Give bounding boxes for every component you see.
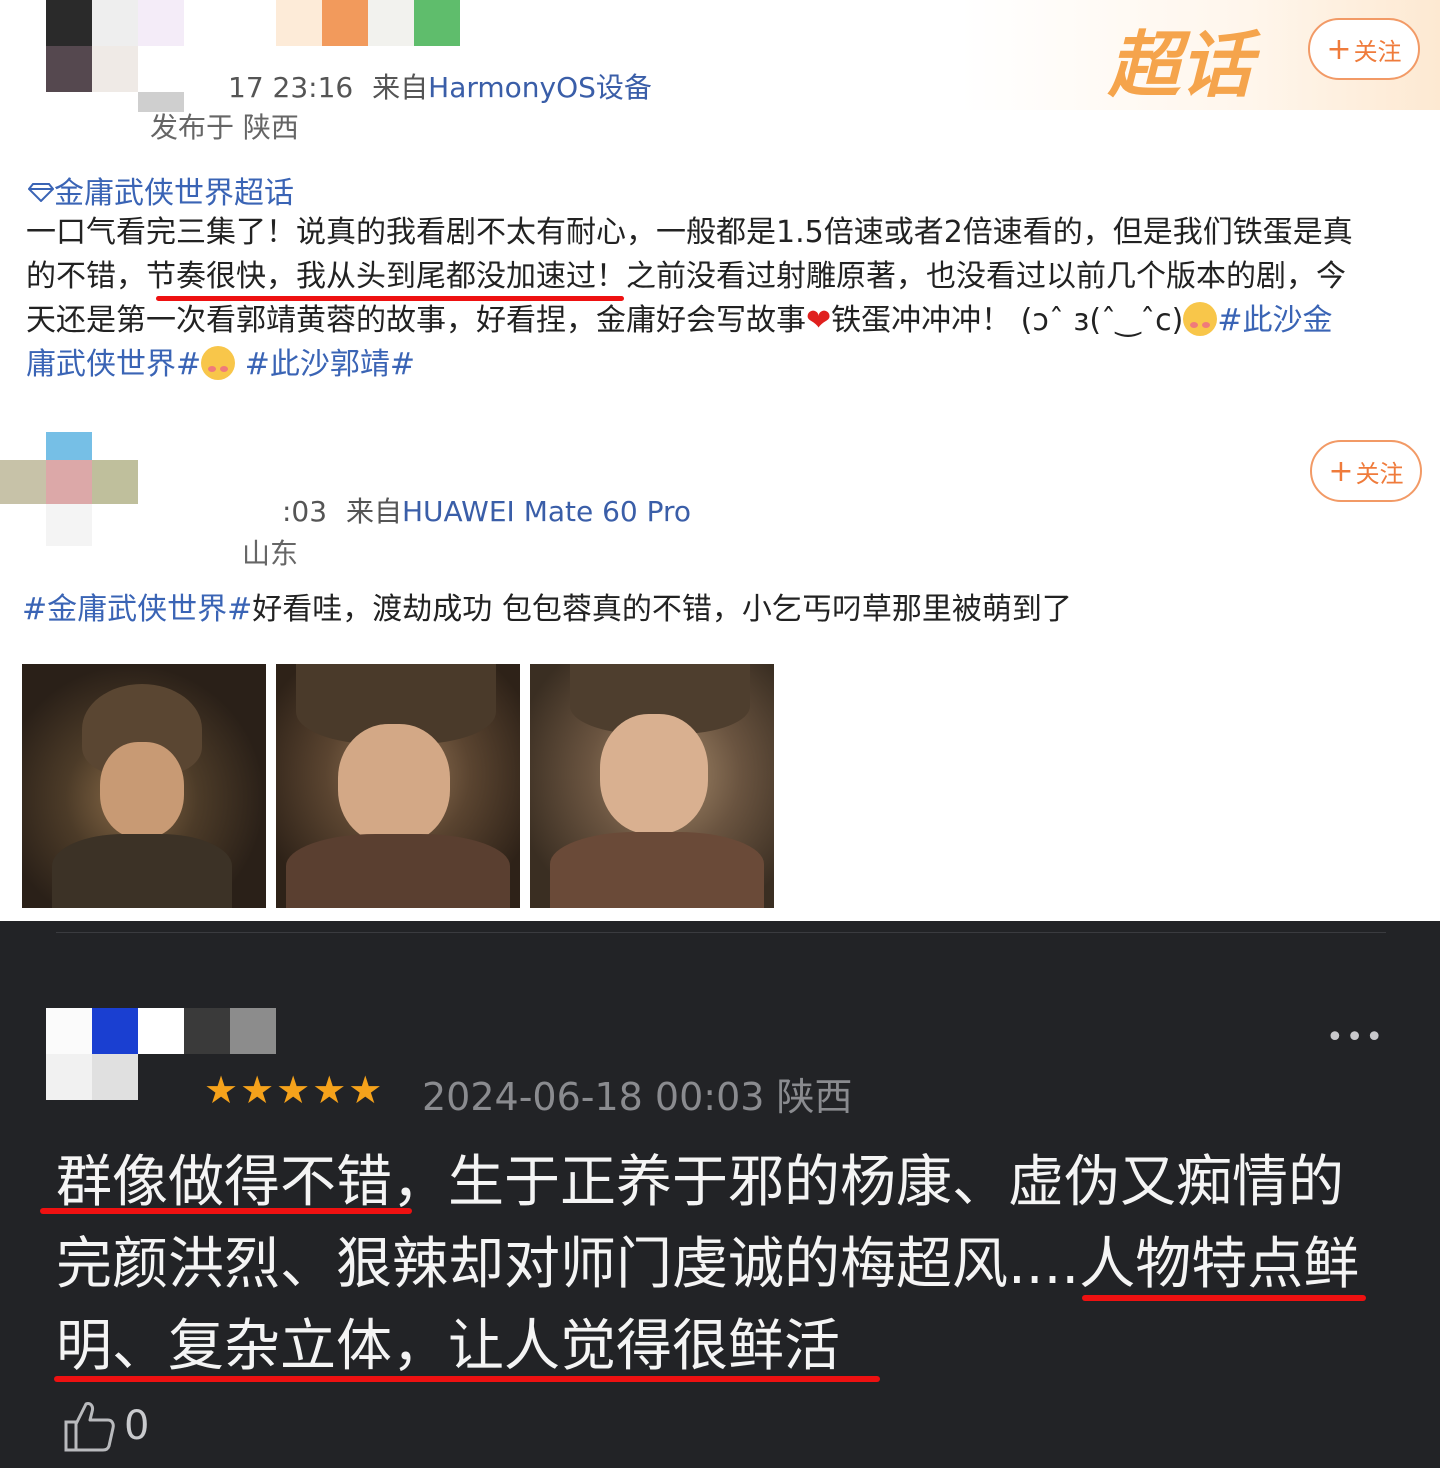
hashtag-link[interactable]: #金庸武侠世界# [22, 592, 252, 627]
post-time: :03 [282, 495, 328, 528]
rating-stars: ★★★★★ [204, 1068, 385, 1112]
supertopic-logo: 超话 [1108, 23, 1253, 107]
post-source[interactable]: HUAWEI Mate 60 Pro [402, 495, 691, 528]
post-body-line: 一口气看完三集了！说真的我看剧不太有耐心，一般都是1.5倍速或者2倍速看的，但是… [26, 215, 1353, 250]
topic-link[interactable]: 金庸武侠世界超话 [27, 168, 294, 212]
follow-button[interactable]: + 关注 [1310, 440, 1422, 502]
underlined-text: 节奏很快，我从头到尾都没加速过 [146, 259, 596, 294]
hashtag-link[interactable]: #此沙金 [1217, 303, 1332, 338]
comment-text: 群像做得不错，生于正养于邪的杨康、虚伪又痴情的 完颜洪烈、狠辣却对师门虔诚的梅超… [56, 1142, 1386, 1388]
more-options-icon[interactable]: ••• [1326, 1020, 1385, 1055]
post-location: 发布于 陕西 [150, 111, 299, 144]
text-segment: ！之前没看过射雕原著，也没看过以前几个版本的剧，今 [596, 259, 1346, 294]
post-image[interactable] [530, 664, 774, 908]
text-segment: 的不错， [26, 259, 146, 294]
text-segment: 天还是第一次看郭靖黄蓉的故事，好看捏，金庸好会写故事 [26, 303, 806, 338]
post-image[interactable] [22, 664, 266, 908]
red-underline [1082, 1295, 1366, 1301]
blushing-face-icon [201, 346, 236, 380]
source-prefix: 来自 [372, 71, 429, 104]
post-location: 山东 [242, 537, 299, 570]
post-meta: 17 23:16 来自HarmonyOS设备 [228, 66, 652, 106]
source-prefix: 来自 [345, 495, 402, 528]
like-count: 0 [124, 1403, 150, 1449]
plus-icon: + [1326, 31, 1352, 67]
thumbs-up-icon [64, 1402, 115, 1452]
post-meta: :03 来自HUAWEI Mate 60 Pro [282, 490, 691, 530]
diamond-icon [27, 183, 55, 203]
plus-icon: + [1328, 453, 1354, 489]
like-button[interactable]: 0 [62, 1398, 149, 1454]
red-underline [156, 296, 624, 301]
text-segment: 好看哇，渡劫成功 包包蓉真的不错，小乞丐叼草那里被萌到了 [252, 592, 1072, 627]
post-image[interactable] [276, 664, 520, 908]
post-body-line: 的不错，节奏很快，我从头到尾都没加速过！之前没看过射雕原著，也没看过以前几个版本… [26, 255, 1426, 299]
hashtag-link[interactable]: #此沙郭靖# [245, 347, 415, 382]
post-time: 17 23:16 [228, 71, 354, 104]
follow-label: 关注 [1355, 459, 1404, 488]
text-segment: 铁蛋冲冲冲！ (ɔˆ з(ˆ‿ˆc) [831, 303, 1184, 338]
hashtag-link[interactable]: 庸武侠世界# [26, 347, 201, 382]
follow-button[interactable]: + 关注 [1308, 18, 1420, 80]
red-underline [54, 1376, 880, 1382]
comment-line: 完颜洪烈、狠辣却对师门虔诚的梅超风....人物特点鲜 [56, 1232, 1360, 1297]
follow-label: 关注 [1353, 37, 1402, 66]
divider [56, 932, 1386, 933]
post-body-line: 庸武侠世界# #此沙郭靖# [26, 343, 1426, 387]
red-underline [40, 1208, 412, 1214]
topic-link-label: 金庸武侠世界超话 [54, 176, 294, 211]
heart-icon: ❤ [806, 303, 832, 338]
post-body: #金庸武侠世界#好看哇，渡劫成功 包包蓉真的不错，小乞丐叼草那里被萌到了 [22, 588, 1422, 632]
post-body-line: 天还是第一次看郭靖黄蓉的故事，好看捏，金庸好会写故事❤铁蛋冲冲冲！ (ɔˆ з(… [26, 299, 1426, 343]
blushing-face-icon [1183, 302, 1218, 336]
comment-date-location: 2024-06-18 00:03 陕西 [422, 1075, 853, 1119]
post-source[interactable]: HarmonyOS设备 [428, 71, 652, 104]
